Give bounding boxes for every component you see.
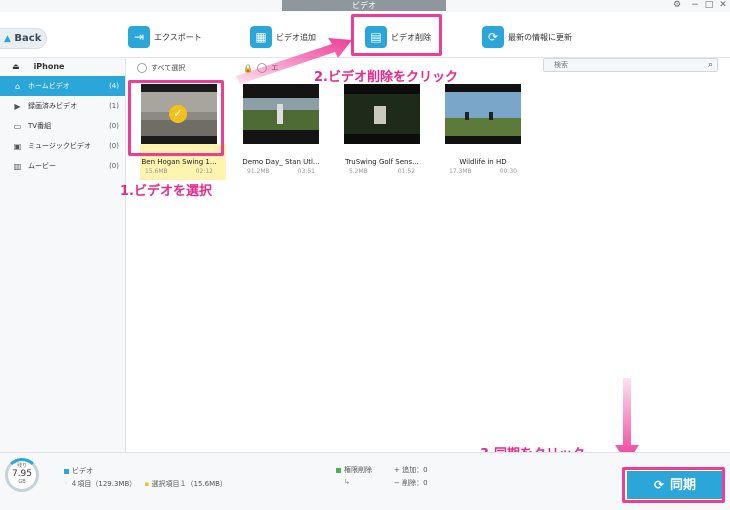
category-indicator: ビデオ [64, 466, 93, 476]
pending-color-square [336, 467, 341, 473]
return-icon: ↳ [344, 478, 350, 486]
delete-count-row: − 削除：0 [394, 478, 428, 488]
plus-icon: + [394, 466, 403, 474]
category-label: ビデオ [72, 467, 93, 475]
video-color-square [64, 468, 69, 474]
storage-label: 残り [16, 463, 27, 469]
items-summary: ◦ ４項目（129.3MB） ▪ 選択項目１（15.6MB） [64, 480, 227, 488]
storage-value: 7.95 [11, 469, 33, 479]
sync-highlight-box [622, 467, 725, 503]
delete-count: 削除：0 [402, 479, 428, 487]
minus-icon: − [394, 479, 403, 487]
storage-gauge: 残り 7.95 GB [5, 458, 39, 492]
storage-unit: GB [18, 479, 26, 485]
annotation-step1: 1.ビデオを選択 [120, 184, 212, 199]
items-count: ４項目（129.3MB） [70, 480, 137, 488]
add-count: 追加：0 [402, 466, 428, 474]
selected-count: 選択項目１（15.6MB） [151, 480, 227, 488]
pending-label: 権限削除 [344, 466, 372, 474]
add-count-row: + 追加：0 [394, 465, 428, 475]
annotation-step2: 2.ビデオ削除をクリック [314, 70, 458, 85]
pending-delete: 権限削除 [336, 465, 372, 475]
arrow-to-sync [615, 378, 639, 463]
status-bar: 残り 7.95 GB ビデオ ◦ ４項目（129.3MB） ▪ 選択項目１（15… [0, 452, 730, 510]
